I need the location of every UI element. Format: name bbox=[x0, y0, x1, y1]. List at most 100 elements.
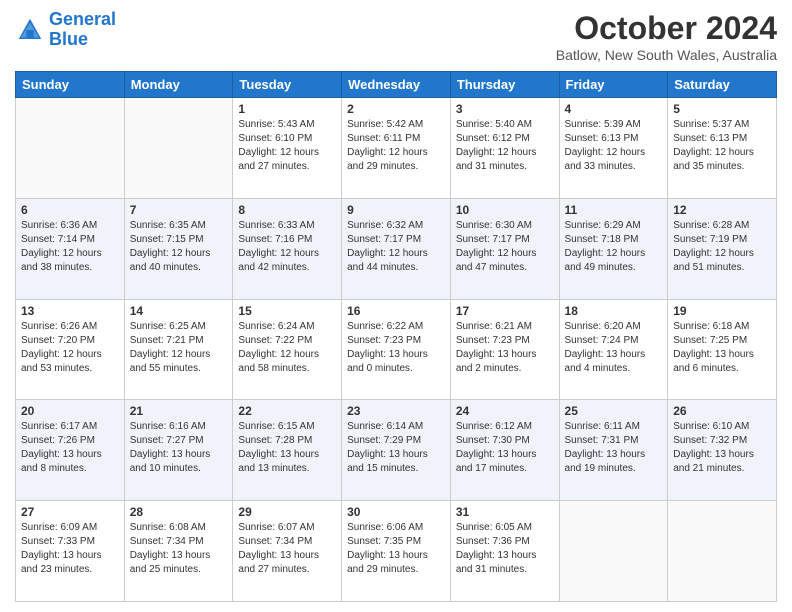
calendar-cell: 14 Sunrise: 6:25 AM Sunset: 7:21 PM Dayli… bbox=[124, 299, 233, 400]
calendar-week-row: 20Sunrise: 6:17 AM Sunset: 7:26 PM Dayli… bbox=[16, 400, 777, 501]
day-number: 30 bbox=[347, 505, 445, 519]
calendar-cell: 4 Sunrise: 5:39 AM Sunset: 6:13 PM Daylig… bbox=[559, 98, 668, 199]
calendar-cell: 3 Sunrise: 5:40 AM Sunset: 6:12 PM Daylig… bbox=[450, 98, 559, 199]
calendar-cell: 26 Sunrise: 6:10 AM Sunset: 7:32 PM Dayli… bbox=[668, 400, 777, 501]
day-info: Sunrise: 6:20 AM Sunset: 7:24 PM Dayligh… bbox=[565, 320, 663, 376]
day-number: 11 bbox=[565, 203, 663, 217]
calendar-cell: 27Sunrise: 6:09 AM Sunset: 7:33 PM Dayli… bbox=[16, 501, 125, 602]
calendar-cell: 16 Sunrise: 6:22 AM Sunset: 7:23 PM Dayli… bbox=[342, 299, 451, 400]
day-number: 4 bbox=[565, 102, 663, 116]
day-info: Sunrise: 6:06 AM Sunset: 7:35 PM Dayligh… bbox=[347, 521, 445, 577]
weekday-header: Friday bbox=[559, 72, 668, 98]
day-info: Sunrise: 6:05 AM Sunset: 7:36 PM Dayligh… bbox=[456, 521, 554, 577]
day-info: Sunrise: 6:32 AM Sunset: 7:17 PM Dayligh… bbox=[347, 219, 445, 275]
day-number: 13 bbox=[21, 304, 119, 318]
calendar-cell: 29Sunrise: 6:07 AM Sunset: 7:34 PM Dayli… bbox=[233, 501, 342, 602]
day-info: Sunrise: 6:16 AM Sunset: 7:27 PM Dayligh… bbox=[130, 420, 228, 476]
month-title: October 2024 bbox=[556, 10, 777, 47]
day-info: Sunrise: 5:37 AM Sunset: 6:13 PM Dayligh… bbox=[673, 118, 771, 174]
calendar-cell: 15Sunrise: 6:24 AM Sunset: 7:22 PM Dayli… bbox=[233, 299, 342, 400]
weekday-header: Saturday bbox=[668, 72, 777, 98]
logo-blue: Blue bbox=[49, 29, 88, 49]
calendar-cell: 24 Sunrise: 6:12 AM Sunset: 7:30 PM Dayli… bbox=[450, 400, 559, 501]
calendar-week-row: 6Sunrise: 6:36 AM Sunset: 7:14 PM Daylig… bbox=[16, 198, 777, 299]
calendar-cell: 1Sunrise: 5:43 AM Sunset: 6:10 PM Daylig… bbox=[233, 98, 342, 199]
calendar-cell: 30 Sunrise: 6:06 AM Sunset: 7:35 PM Dayli… bbox=[342, 501, 451, 602]
calendar-cell: 5 Sunrise: 5:37 AM Sunset: 6:13 PM Daylig… bbox=[668, 98, 777, 199]
day-info: Sunrise: 6:17 AM Sunset: 7:26 PM Dayligh… bbox=[21, 420, 119, 476]
day-number: 15 bbox=[238, 304, 336, 318]
day-info: Sunrise: 5:42 AM Sunset: 6:11 PM Dayligh… bbox=[347, 118, 445, 174]
day-number: 26 bbox=[673, 404, 771, 418]
weekday-header: Thursday bbox=[450, 72, 559, 98]
weekday-header: Wednesday bbox=[342, 72, 451, 98]
day-number: 6 bbox=[21, 203, 119, 217]
calendar-cell: 8 Sunrise: 6:33 AM Sunset: 7:16 PM Daylig… bbox=[233, 198, 342, 299]
day-info: Sunrise: 5:39 AM Sunset: 6:13 PM Dayligh… bbox=[565, 118, 663, 174]
day-number: 8 bbox=[238, 203, 336, 217]
day-number: 17 bbox=[456, 304, 554, 318]
calendar-cell: 18 Sunrise: 6:20 AM Sunset: 7:24 PM Dayli… bbox=[559, 299, 668, 400]
calendar-cell: 7 Sunrise: 6:35 AM Sunset: 7:15 PM Daylig… bbox=[124, 198, 233, 299]
day-info: Sunrise: 6:11 AM Sunset: 7:31 PM Dayligh… bbox=[565, 420, 663, 476]
day-info: Sunrise: 6:10 AM Sunset: 7:32 PM Dayligh… bbox=[673, 420, 771, 476]
day-info: Sunrise: 6:15 AM Sunset: 7:28 PM Dayligh… bbox=[238, 420, 336, 476]
calendar-cell bbox=[16, 98, 125, 199]
calendar-cell: 11 Sunrise: 6:29 AM Sunset: 7:18 PM Dayli… bbox=[559, 198, 668, 299]
day-info: Sunrise: 6:26 AM Sunset: 7:20 PM Dayligh… bbox=[21, 320, 119, 376]
calendar-week-row: 27Sunrise: 6:09 AM Sunset: 7:33 PM Dayli… bbox=[16, 501, 777, 602]
logo-icon bbox=[15, 15, 45, 45]
calendar-cell: 19Sunrise: 6:18 AM Sunset: 7:25 PM Dayli… bbox=[668, 299, 777, 400]
calendar-cell bbox=[559, 501, 668, 602]
day-info: Sunrise: 6:09 AM Sunset: 7:33 PM Dayligh… bbox=[21, 521, 119, 577]
day-number: 25 bbox=[565, 404, 663, 418]
calendar-cell bbox=[124, 98, 233, 199]
day-info: Sunrise: 5:40 AM Sunset: 6:12 PM Dayligh… bbox=[456, 118, 554, 174]
day-info: Sunrise: 6:33 AM Sunset: 7:16 PM Dayligh… bbox=[238, 219, 336, 275]
logo: General Blue bbox=[15, 10, 116, 50]
day-info: Sunrise: 6:08 AM Sunset: 7:34 PM Dayligh… bbox=[130, 521, 228, 577]
day-info: Sunrise: 6:21 AM Sunset: 7:23 PM Dayligh… bbox=[456, 320, 554, 376]
logo-text: General Blue bbox=[49, 10, 116, 50]
day-number: 31 bbox=[456, 505, 554, 519]
calendar-cell: 23Sunrise: 6:14 AM Sunset: 7:29 PM Dayli… bbox=[342, 400, 451, 501]
calendar-cell: 6Sunrise: 6:36 AM Sunset: 7:14 PM Daylig… bbox=[16, 198, 125, 299]
day-number: 3 bbox=[456, 102, 554, 116]
day-info: Sunrise: 6:22 AM Sunset: 7:23 PM Dayligh… bbox=[347, 320, 445, 376]
day-number: 18 bbox=[565, 304, 663, 318]
day-number: 24 bbox=[456, 404, 554, 418]
day-number: 9 bbox=[347, 203, 445, 217]
day-info: Sunrise: 6:07 AM Sunset: 7:34 PM Dayligh… bbox=[238, 521, 336, 577]
day-number: 2 bbox=[347, 102, 445, 116]
day-number: 5 bbox=[673, 102, 771, 116]
day-info: Sunrise: 6:30 AM Sunset: 7:17 PM Dayligh… bbox=[456, 219, 554, 275]
day-number: 14 bbox=[130, 304, 228, 318]
day-number: 16 bbox=[347, 304, 445, 318]
calendar-cell: 10Sunrise: 6:30 AM Sunset: 7:17 PM Dayli… bbox=[450, 198, 559, 299]
calendar-table: SundayMondayTuesdayWednesdayThursdayFrid… bbox=[15, 71, 777, 602]
calendar-cell: 21 Sunrise: 6:16 AM Sunset: 7:27 PM Dayli… bbox=[124, 400, 233, 501]
calendar-cell: 25 Sunrise: 6:11 AM Sunset: 7:31 PM Dayli… bbox=[559, 400, 668, 501]
calendar-week-row: 1Sunrise: 5:43 AM Sunset: 6:10 PM Daylig… bbox=[16, 98, 777, 199]
day-number: 7 bbox=[130, 203, 228, 217]
day-info: Sunrise: 6:25 AM Sunset: 7:21 PM Dayligh… bbox=[130, 320, 228, 376]
day-info: Sunrise: 5:43 AM Sunset: 6:10 PM Dayligh… bbox=[238, 118, 336, 174]
day-info: Sunrise: 6:14 AM Sunset: 7:29 PM Dayligh… bbox=[347, 420, 445, 476]
weekday-header: Monday bbox=[124, 72, 233, 98]
day-info: Sunrise: 6:35 AM Sunset: 7:15 PM Dayligh… bbox=[130, 219, 228, 275]
location: Batlow, New South Wales, Australia bbox=[556, 47, 777, 63]
calendar-cell: 22 Sunrise: 6:15 AM Sunset: 7:28 PM Dayli… bbox=[233, 400, 342, 501]
title-section: October 2024 Batlow, New South Wales, Au… bbox=[556, 10, 777, 63]
day-info: Sunrise: 6:28 AM Sunset: 7:19 PM Dayligh… bbox=[673, 219, 771, 275]
calendar-cell: 17 Sunrise: 6:21 AM Sunset: 7:23 PM Dayli… bbox=[450, 299, 559, 400]
day-number: 28 bbox=[130, 505, 228, 519]
day-info: Sunrise: 6:12 AM Sunset: 7:30 PM Dayligh… bbox=[456, 420, 554, 476]
calendar-cell: 31 Sunrise: 6:05 AM Sunset: 7:36 PM Dayli… bbox=[450, 501, 559, 602]
weekday-header: Sunday bbox=[16, 72, 125, 98]
day-number: 22 bbox=[238, 404, 336, 418]
day-number: 21 bbox=[130, 404, 228, 418]
calendar-week-row: 13 Sunrise: 6:26 AM Sunset: 7:20 PM Dayli… bbox=[16, 299, 777, 400]
day-info: Sunrise: 6:18 AM Sunset: 7:25 PM Dayligh… bbox=[673, 320, 771, 376]
page: General Blue October 2024 Batlow, New So… bbox=[0, 0, 792, 612]
day-info: Sunrise: 6:29 AM Sunset: 7:18 PM Dayligh… bbox=[565, 219, 663, 275]
